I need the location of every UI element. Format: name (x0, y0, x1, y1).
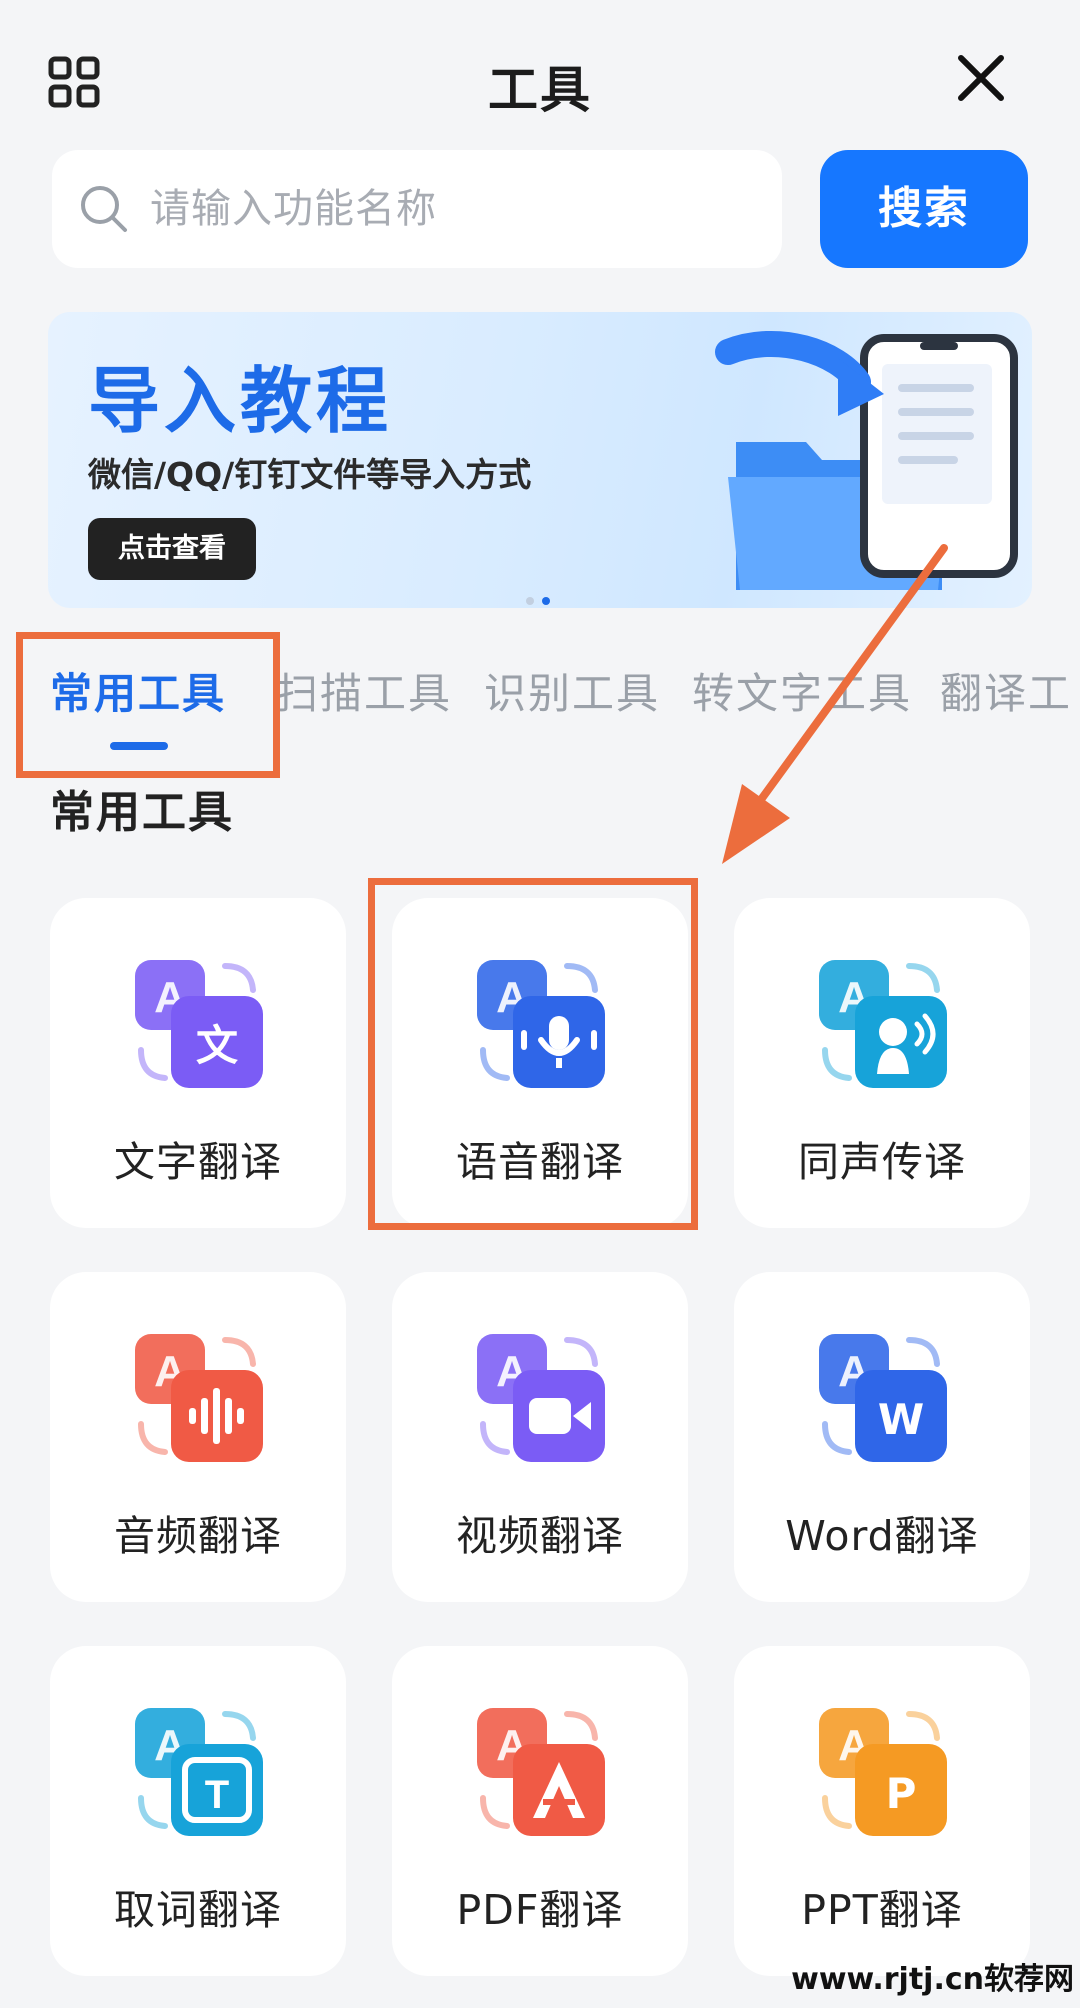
word-pick-translate-icon: AT (135, 1708, 263, 1836)
word-translate-icon: AW (819, 1334, 947, 1462)
tool-card[interactable]: A W Word翻译 (734, 1272, 1030, 1602)
search-placeholder: 请输入功能名称 (150, 186, 437, 232)
svg-text:T: T (205, 1773, 229, 1817)
search-input[interactable]: 请输入功能名称 (52, 150, 782, 268)
tool-card[interactable]: A T 取词翻译 (50, 1646, 346, 1976)
tab-translate-tools[interactable]: 翻译工 (940, 660, 1072, 721)
tool-card[interactable]: A 语音翻译 (392, 898, 688, 1228)
search-icon (81, 186, 127, 232)
import-tutorial-banner[interactable]: 导入教程 微信/QQ/钉钉文件等导入方式 点击查看 (48, 312, 1032, 608)
banner-subtitle: 微信/QQ/钉钉文件等导入方式 (88, 455, 532, 494)
tool-card[interactable]: A P PPT翻译 (734, 1646, 1030, 1976)
tool-label: Word翻译 (785, 1512, 979, 1560)
voice-translate-icon: A (477, 960, 605, 1088)
tool-label: 视频翻译 (456, 1512, 624, 1560)
tab-scan-tools[interactable]: 扫描工具 (276, 660, 452, 721)
tool-label: 同声传译 (798, 1138, 966, 1186)
page-title: 工具 (488, 61, 592, 119)
pagination-dot-active (542, 597, 550, 605)
watermark: www.rjtj.cn软荐网 (791, 1962, 1074, 1997)
import-illustration-icon (715, 331, 1018, 590)
tool-card[interactable]: A PDF翻译 (392, 1646, 688, 1976)
simultaneous-interpretation-icon: A (819, 960, 947, 1088)
text-translate-icon: A文 (135, 960, 263, 1088)
active-tab-indicator (110, 742, 168, 750)
tab-common-tools[interactable]: 常用工具 (50, 660, 226, 721)
tool-label: PPT翻译 (801, 1886, 963, 1934)
tool-card[interactable]: A 同声传译 (734, 898, 1030, 1228)
banner-view-button[interactable]: 点击查看 (88, 518, 256, 580)
category-tabs: 常用工具 扫描工具 识别工具 转文字工具 翻译工 (0, 660, 1080, 730)
tool-card[interactable]: A 音频翻译 (50, 1272, 346, 1602)
header: 工具 (0, 0, 1080, 150)
close-icon[interactable] (955, 52, 1007, 104)
svg-text:P: P (886, 1769, 917, 1818)
pagination-dot (526, 597, 534, 605)
audio-translate-icon: A (135, 1334, 263, 1462)
banner-pagination (526, 590, 558, 608)
tool-label: 文字翻译 (114, 1138, 282, 1186)
tool-label: PDF翻译 (456, 1886, 624, 1934)
tab-to-text-tools[interactable]: 转文字工具 (692, 660, 912, 721)
tool-label: 语音翻译 (456, 1138, 624, 1186)
svg-text:W: W (878, 1395, 924, 1444)
tool-label: 取词翻译 (114, 1886, 282, 1934)
tab-recognition-tools[interactable]: 识别工具 (484, 660, 660, 721)
tool-card[interactable]: A 文文字翻译 (50, 898, 346, 1228)
section-title: 常用工具 (50, 787, 234, 838)
video-translate-icon: A (477, 1334, 605, 1462)
svg-text:文: 文 (196, 1021, 238, 1070)
pdf-translate-icon: A (477, 1708, 605, 1836)
tool-card[interactable]: A 视频翻译 (392, 1272, 688, 1602)
ppt-translate-icon: AP (819, 1708, 947, 1836)
banner-title: 导入教程 (88, 359, 393, 443)
search-button[interactable]: 搜索 (820, 150, 1028, 268)
tool-label: 音频翻译 (114, 1512, 282, 1560)
